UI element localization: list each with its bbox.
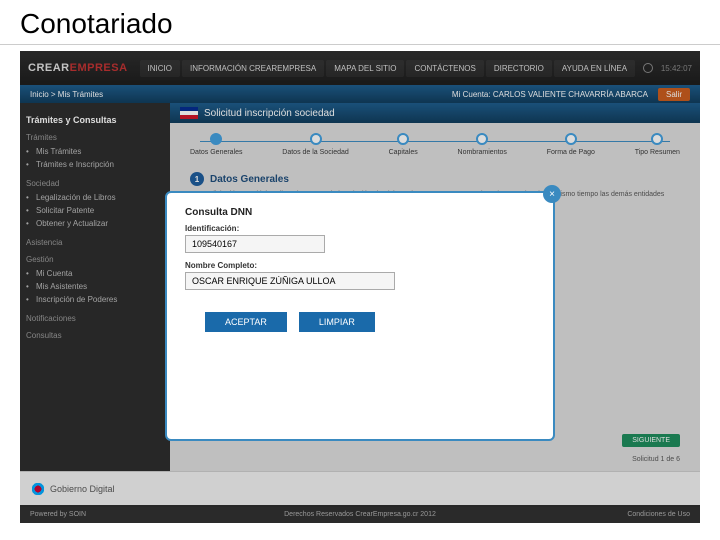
step-dot-icon xyxy=(651,133,663,145)
step-label: Forma de Pago xyxy=(547,149,595,156)
step-dot-icon xyxy=(210,133,222,145)
step-dot-icon xyxy=(397,133,409,145)
step-datos-sociedad[interactable]: Datos de la Sociedad xyxy=(282,133,349,156)
step-forma-pago[interactable]: Forma de Pago xyxy=(547,133,595,156)
step-dot-icon xyxy=(310,133,322,145)
name-label: Nombre Completo: xyxy=(185,261,535,270)
id-input[interactable] xyxy=(185,235,325,253)
step-label: Datos Generales xyxy=(190,149,243,156)
powered-by: Powered by SOIN xyxy=(30,511,86,518)
footer-dark: Powered by SOIN Derechos Reservados Crea… xyxy=(20,505,700,523)
consulta-dnn-modal: × Consulta DNN Identificación: Nombre Co… xyxy=(165,191,555,441)
step-dot-icon xyxy=(476,133,488,145)
step-datos-generales[interactable]: Datos Generales xyxy=(190,133,243,156)
rights-text: Derechos Reservados CrearEmpresa.go.cr 2… xyxy=(284,511,436,518)
step-dot-icon xyxy=(565,133,577,145)
id-label: Identificación: xyxy=(185,224,535,233)
app-window: CREAREMPRESA INICIO INFORMACIÓN CREAREMP… xyxy=(20,51,700,507)
step-label: Capitales xyxy=(389,149,418,156)
close-icon[interactable]: × xyxy=(543,185,561,203)
name-input[interactable] xyxy=(185,272,395,290)
step-label: Nombramientos xyxy=(458,149,507,156)
step-resumen[interactable]: Tipo Resumen xyxy=(635,133,680,156)
modal-title: Consulta DNN xyxy=(185,207,535,218)
step-label: Tipo Resumen xyxy=(635,149,680,156)
accept-button[interactable]: ACEPTAR xyxy=(205,312,287,332)
modal-overlay: × Consulta DNN Identificación: Nombre Co… xyxy=(20,51,700,507)
step-capitales[interactable]: Capitales xyxy=(389,133,418,156)
step-nombramientos[interactable]: Nombramientos xyxy=(458,133,507,156)
step-label: Datos de la Sociedad xyxy=(282,149,349,156)
clear-button[interactable]: LIMPIAR xyxy=(299,312,375,332)
slide-title: Conotariado xyxy=(0,0,720,45)
modal-buttons: ACEPTAR LIMPIAR xyxy=(205,312,535,332)
conditions-link[interactable]: Condiciones de Uso xyxy=(627,511,690,518)
